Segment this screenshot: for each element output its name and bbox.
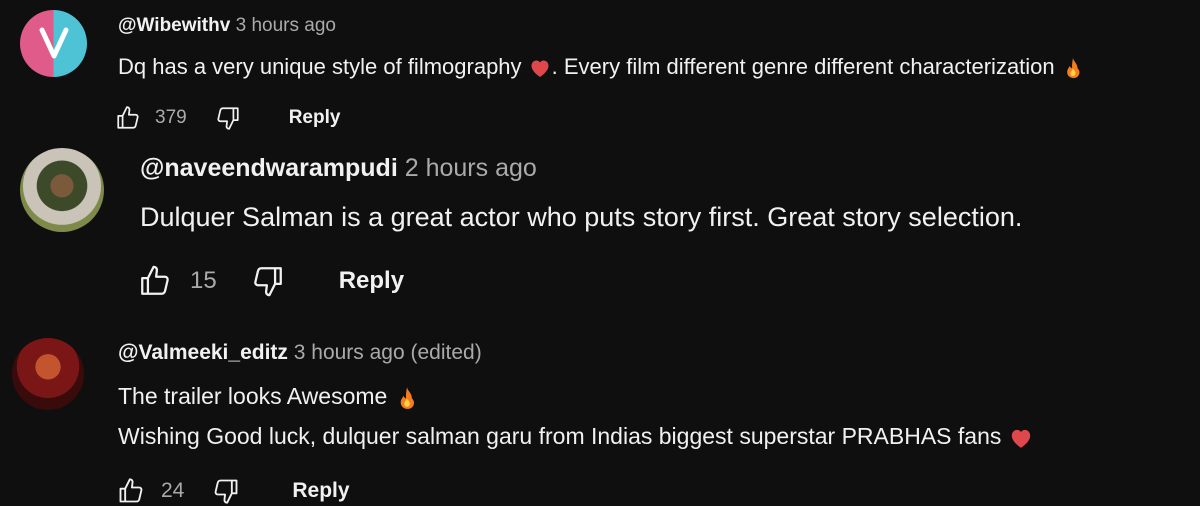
comment-text-part: Wishing Good luck, dulquer salman garu f… [118,423,1008,449]
author-handle[interactable]: @naveendwarampudi [140,154,398,182]
comment-text-part: The trailer looks Awesome [118,383,394,409]
thumbs-up-icon[interactable] [115,105,141,131]
heart-icon [528,56,552,80]
fire-icon [1061,56,1085,80]
comment-actions: 15 Reply [138,263,404,299]
comment-actions: 379 Reply [115,104,340,132]
comment-header: @naveendwarampudi 2 hours ago [140,154,537,183]
comment-text-part: . Every film different genre different c… [551,54,1061,79]
thumbs-up-icon[interactable] [138,264,172,298]
comment-header: @Wibewithv 3 hours ago [118,15,336,37]
thumbs-down-icon[interactable] [215,105,241,131]
avatar[interactable] [20,10,87,77]
comment-header: @Valmeeki_editz 3 hours ago (edited) [118,341,482,365]
avatar[interactable] [12,338,84,410]
like-count: 379 [155,107,187,128]
timestamp[interactable]: 3 hours ago (edited) [294,341,482,364]
thumbs-up-icon[interactable] [117,477,145,505]
comment-text-part: Dq has a very unique style of filmograph… [118,54,528,79]
avatar[interactable] [20,148,104,232]
timestamp[interactable]: 3 hours ago [236,15,336,36]
like-count: 15 [190,267,217,294]
reply-button[interactable]: Reply [289,107,341,129]
author-handle[interactable]: @Valmeeki_editz [118,341,288,364]
heart-icon [1008,425,1034,451]
comment-text: Dq has a very unique style of filmograph… [118,54,1085,80]
comment-text: Dulquer Salman is a great actor who puts… [140,202,1023,232]
reply-button[interactable]: Reply [339,267,404,295]
fire-icon [394,385,420,411]
author-handle[interactable]: @Wibewithv [118,15,230,36]
thumbs-down-icon[interactable] [251,264,285,298]
comment-actions: 24 Reply [117,476,350,506]
thumbs-down-icon[interactable] [212,477,240,505]
timestamp[interactable]: 2 hours ago [405,154,537,182]
like-count: 24 [161,479,185,502]
avatar-logo-icon [39,27,69,59]
comment-text-line-1: The trailer looks Awesome [118,383,420,411]
reply-button[interactable]: Reply [292,479,349,503]
comment-text-line-2: Wishing Good luck, dulquer salman garu f… [118,423,1034,451]
